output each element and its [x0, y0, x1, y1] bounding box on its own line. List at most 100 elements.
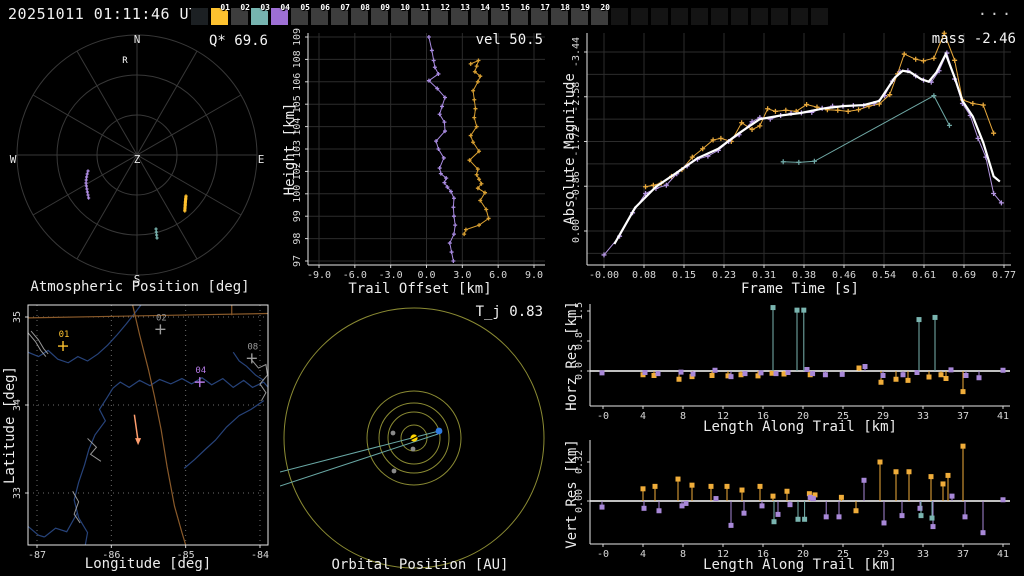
station-button-09[interactable]: 09: [371, 8, 388, 25]
station-button-17[interactable]: 17: [531, 8, 548, 25]
svg-text:N: N: [134, 33, 141, 46]
map-x-axis-label: Longitude [deg]: [28, 556, 268, 572]
svg-text:08: 08: [247, 342, 258, 352]
svg-text:0.31: 0.31: [752, 270, 776, 281]
station-slot-empty: [751, 8, 768, 25]
station-button-08[interactable]: 08: [351, 8, 368, 25]
svg-text:-0.00: -0.00: [589, 270, 619, 281]
station-button-label: 11: [420, 3, 430, 12]
svg-text:0.69: 0.69: [952, 270, 976, 281]
station-button-label: 07: [340, 3, 350, 12]
svg-text:-0: -0: [597, 411, 609, 422]
station-button-label: 01: [220, 3, 230, 12]
station-button-05[interactable]: 05: [291, 8, 308, 25]
svg-text:0.46: 0.46: [832, 270, 856, 281]
station-button-row: 0102030405060708091011121314151617181920: [191, 8, 828, 25]
atmospheric-plot-title: Atmospheric Position [deg]: [10, 279, 270, 295]
tj-stat: T_j 0.83: [385, 304, 543, 320]
station-button-01[interactable]: 01: [211, 8, 228, 25]
svg-text:37: 37: [957, 411, 969, 422]
mass-stat: mass -2.46: [840, 31, 1016, 47]
station-button-20[interactable]: 20: [591, 8, 608, 25]
station-button-label: 19: [580, 3, 590, 12]
station-slot-empty: [631, 8, 648, 25]
orbit-plot-title: Orbital Position [AU]: [300, 557, 540, 573]
svg-text:01: 01: [59, 330, 70, 340]
magnitude-y-axis-label: Absolute Magnitude: [563, 49, 577, 249]
svg-text:E: E: [258, 153, 265, 166]
orbital-position-plot: [280, 300, 560, 576]
ground-map-plot: -87-86-85-8435343301020408: [0, 300, 280, 576]
station-button-06[interactable]: 06: [311, 8, 328, 25]
svg-text:0.0: 0.0: [417, 270, 435, 281]
station-button-label: 10: [400, 3, 410, 12]
station-button-label: 04: [280, 3, 290, 12]
station-button-19[interactable]: 19: [571, 8, 588, 25]
svg-text:04: 04: [195, 366, 206, 376]
station-slot-empty: [691, 8, 708, 25]
svg-text:W: W: [10, 153, 17, 166]
station-button-label: 08: [360, 3, 370, 12]
svg-text:0.23: 0.23: [712, 270, 736, 281]
svg-text:R: R: [122, 56, 128, 66]
svg-text:109: 109: [292, 28, 303, 46]
utc-timestamp: 20251011 01:11:46 UTC: [8, 5, 208, 23]
svg-text:98: 98: [292, 233, 303, 245]
station-slot-empty: [711, 8, 728, 25]
station-button-15[interactable]: 15: [491, 8, 508, 25]
absolute-magnitude-plot: -0.00 0.08 0.15 0.23 0.31 0.38 0.46 0.54 0.61 0.6…: [560, 28, 1024, 298]
station-button-label: 17: [540, 3, 550, 12]
magnitude-x-axis-label: Frame Time [s]: [680, 281, 920, 297]
station-button-12[interactable]: 12: [431, 8, 448, 25]
top-toolbar: 20251011 01:11:46 UTC 010203040506070809…: [0, 0, 1024, 28]
svg-text:0.54: 0.54: [872, 270, 896, 281]
svg-text:02: 02: [156, 313, 167, 323]
station-button-02[interactable]: 02: [231, 8, 248, 25]
station-button-label: 03: [260, 3, 270, 12]
map-y-axis-label: Latitude [deg]: [3, 350, 17, 500]
station-button-14[interactable]: 14: [471, 8, 488, 25]
svg-text:0.61: 0.61: [912, 270, 936, 281]
station-button-label: 15: [500, 3, 510, 12]
station-button-10[interactable]: 10: [391, 8, 408, 25]
station-button-18[interactable]: 18: [551, 8, 568, 25]
station-slot-empty: [771, 8, 788, 25]
trail-y-axis-label: Height [km]: [283, 94, 297, 204]
station-button-label: 14: [480, 3, 490, 12]
station-slot-blank: [191, 8, 208, 25]
svg-text:106: 106: [292, 73, 303, 91]
station-button-07[interactable]: 07: [331, 8, 348, 25]
station-button-11[interactable]: 11: [411, 8, 428, 25]
vert-x-axis-label: Length Along Trail [km]: [680, 557, 920, 573]
station-button-label: 20: [600, 3, 610, 12]
station-slot-empty: [731, 8, 748, 25]
svg-text:0.08: 0.08: [632, 270, 656, 281]
atmospheric-position-plot: NESWZR: [0, 28, 280, 300]
station-button-13[interactable]: 13: [451, 8, 468, 25]
svg-text:3.0: 3.0: [453, 270, 471, 281]
svg-text:6.0: 6.0: [489, 270, 507, 281]
svg-text:0.15: 0.15: [672, 270, 696, 281]
svg-text:97: 97: [292, 255, 303, 267]
svg-text:41: 41: [997, 411, 1009, 422]
horizontal-residuals-plot: -04812162025293337410.00.81.5: [560, 296, 1024, 436]
station-button-label: 16: [520, 3, 530, 12]
svg-text:9.0: 9.0: [525, 270, 543, 281]
svg-text:-9.0: -9.0: [307, 270, 331, 281]
svg-text:-0: -0: [597, 549, 609, 560]
horz-x-axis-label: Length Along Trail [km]: [680, 419, 920, 435]
svg-text:37: 37: [957, 549, 969, 560]
q-stat: Q* 69.6: [148, 33, 268, 49]
station-slot-empty: [791, 8, 808, 25]
station-button-16[interactable]: 16: [511, 8, 528, 25]
station-button-label: 18: [560, 3, 570, 12]
trail-offset-plot: -9.0-6.0-3.00.03.06.09.09798991001021031…: [280, 28, 560, 298]
svg-text:-6.0: -6.0: [343, 270, 367, 281]
svg-text:0.77: 0.77: [992, 270, 1016, 281]
station-button-label: 06: [320, 3, 330, 12]
station-button-label: 02: [240, 3, 250, 12]
svg-text:0.38: 0.38: [792, 270, 816, 281]
station-button-04[interactable]: 04: [271, 8, 288, 25]
overflow-menu-icon[interactable]: ...: [978, 1, 1014, 19]
station-button-03[interactable]: 03: [251, 8, 268, 25]
